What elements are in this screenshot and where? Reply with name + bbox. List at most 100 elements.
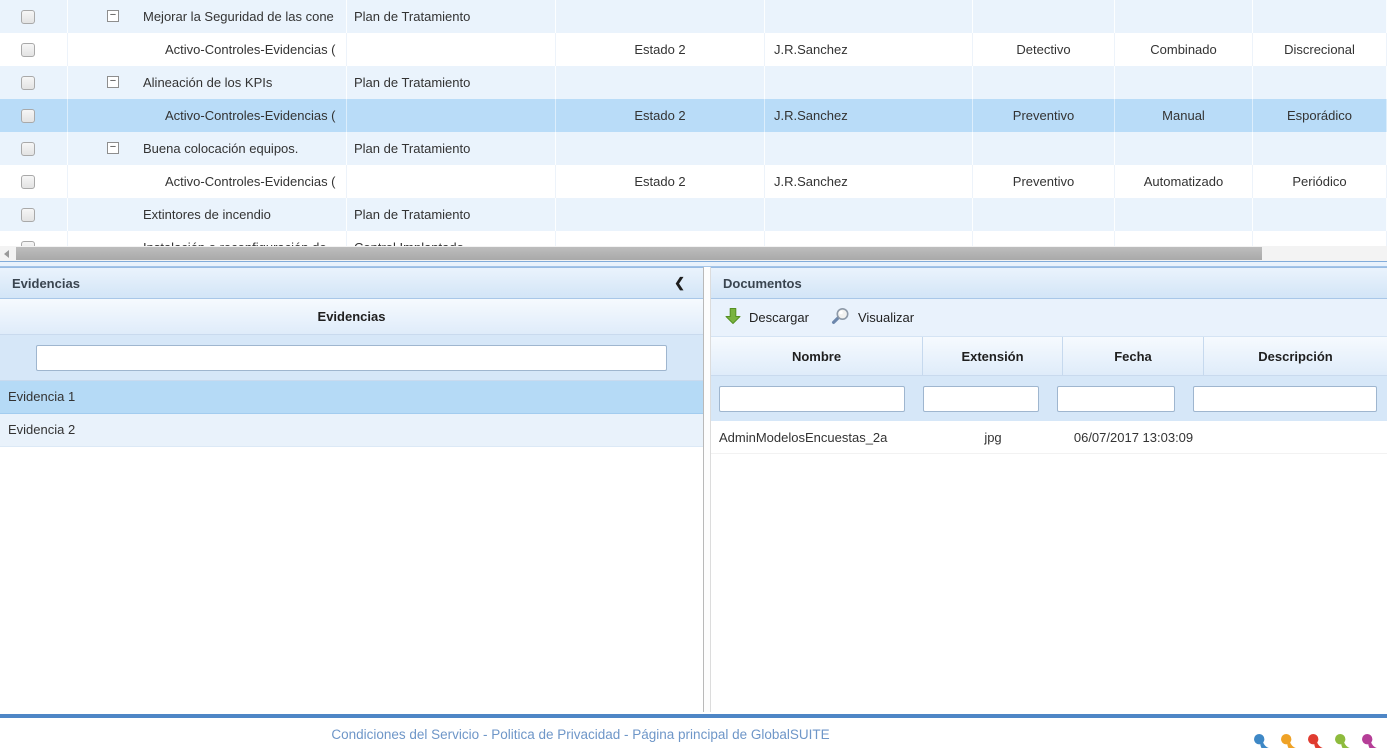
table-row[interactable]: − Mejorar la Seguridad de las cone Plan … [0,0,1387,33]
cell-estado: Estado 2 [556,165,765,198]
table-row[interactable]: Activo-Controles-Evidencias ( Estado 2 J… [0,33,1387,66]
cell-modo: Combinado [1115,33,1253,66]
checkbox-cell [0,231,68,246]
document-row[interactable]: AdminModelosEncuestas_2a jpg 06/07/2017 … [711,421,1387,454]
collapse-panel-icon[interactable]: ❮ [674,275,685,291]
row-checkbox[interactable] [21,43,35,57]
row-checkbox[interactable] [21,208,35,222]
table-row[interactable]: − Buena colocación equipos. Plan de Trat… [0,132,1387,165]
cell-responsable: J.R.Sanchez [765,99,973,132]
document-fecha: 06/07/2017 13:03:09 [1063,421,1204,453]
filter-fecha-input[interactable] [1057,386,1175,412]
cell-estado [556,231,765,246]
scrollbar-thumb[interactable] [16,247,1262,260]
cell-estado [556,66,765,99]
bottom-panels: Evidencias ❮ Evidencias Evidencia 1 Evid… [0,267,1387,712]
row-checkbox[interactable] [21,109,35,123]
filter-nombre-input[interactable] [719,386,905,412]
cell-plan: Plan de Tratamiento [347,198,556,231]
magnifier-icon [831,307,850,328]
filter-extension-input[interactable] [923,386,1040,412]
swoosh-orange-icon[interactable] [1279,733,1303,748]
descargar-button[interactable]: Descargar [719,304,815,331]
cell-modo: Manual [1115,99,1253,132]
cell-frecuencia: Periódico [1253,165,1387,198]
row-name: Activo-Controles-Evidencias ( [165,174,336,189]
evidencias-panel: Evidencias ❮ Evidencias Evidencia 1 Evid… [0,267,703,712]
column-header-fecha[interactable]: Fecha [1063,337,1204,375]
swoosh-red-icon[interactable] [1306,733,1330,748]
row-name: Activo-Controles-Evidencias ( [165,108,336,123]
link-pagina-principal[interactable]: Página principal de GlobalSUITE [632,727,829,742]
list-item-selected[interactable]: Evidencia 1 [0,381,703,414]
collapse-row-icon[interactable]: − [107,10,119,22]
checkbox-cell [0,0,68,33]
cell-tipo [973,132,1115,165]
list-item[interactable]: Evidencia 2 [0,414,703,447]
documentos-toolbar: Descargar Visualizar [711,299,1387,337]
document-descripcion [1204,421,1387,453]
table-row[interactable]: Activo-Controles-Evidencias ( Estado 2 J… [0,165,1387,198]
tree-cell: Activo-Controles-Evidencias ( [68,165,347,198]
collapse-row-icon[interactable]: − [107,76,119,88]
tree-cell: − Mejorar la Seguridad de las cone [68,0,347,33]
download-arrow-icon [725,307,741,328]
cell-modo [1115,198,1253,231]
table-row[interactable]: − Alineación de los KPIs Plan de Tratami… [0,66,1387,99]
footer-logo-icons [1252,733,1384,748]
cell-estado [556,132,765,165]
row-checkbox[interactable] [21,175,35,189]
documentos-filter-row [711,376,1387,421]
documentos-title: Documentos [723,276,802,291]
page-footer: Condiciones del Servicio - Politica de P… [0,714,1387,748]
table-row[interactable]: Extintores de incendio Plan de Tratamien… [0,198,1387,231]
row-name: Buena colocación equipos. [143,141,298,156]
cell-frecuencia: Esporádico [1253,99,1387,132]
link-condiciones[interactable]: Condiciones del Servicio [331,727,479,742]
row-checkbox[interactable] [21,10,35,24]
cell-plan [347,99,556,132]
collapse-row-icon[interactable]: − [107,142,119,154]
cell-tipo: Detectivo [973,33,1115,66]
column-header-nombre[interactable]: Nombre [711,337,923,375]
table-row[interactable]: Instalación o reconfiguración de Control… [0,231,1387,246]
column-header-descripcion[interactable]: Descripción [1204,337,1387,375]
cell-tipo [973,66,1115,99]
link-separator: - [620,727,632,742]
cell-frecuencia: Discrecional [1253,33,1387,66]
panels-vertical-divider[interactable] [703,267,711,712]
table-row-selected[interactable]: Activo-Controles-Evidencias ( Estado 2 J… [0,99,1387,132]
cell-plan: Plan de Tratamiento [347,66,556,99]
cell-estado: Estado 2 [556,33,765,66]
cell-estado [556,198,765,231]
app-screen: − Mejorar la Seguridad de las cone Plan … [0,0,1387,748]
cell-modo [1115,0,1253,33]
scroll-left-arrow-icon[interactable] [4,250,9,258]
swoosh-magenta-icon[interactable] [1360,733,1384,748]
horizontal-scrollbar[interactable] [0,246,1387,261]
footer-accent-bar [0,714,1387,718]
row-name: Alineación de los KPIs [143,75,272,90]
row-checkbox[interactable] [21,142,35,156]
checkbox-cell [0,132,68,165]
visualizar-button[interactable]: Visualizar [825,304,920,331]
filter-descripcion-input[interactable] [1193,386,1377,412]
cell-frecuencia [1253,231,1387,246]
row-checkbox[interactable] [21,76,35,90]
cell-responsable: J.R.Sanchez [765,33,973,66]
row-name: Extintores de incendio [143,207,271,222]
cell-plan [347,165,556,198]
cell-responsable [765,0,973,33]
footer-links: Condiciones del Servicio - Politica de P… [0,727,1161,742]
cell-modo [1115,132,1253,165]
tree-cell: Extintores de incendio [68,198,347,231]
evidencias-filter-input[interactable] [36,345,667,371]
link-privacidad[interactable]: Politica de Privacidad [491,727,620,742]
cell-plan: Control Implantado [347,231,556,246]
swoosh-green-icon[interactable] [1333,733,1357,748]
documentos-panel: Documentos Descargar [711,267,1387,712]
column-header-extension[interactable]: Extensión [923,337,1063,375]
swoosh-blue-icon[interactable] [1252,733,1276,748]
tree-cell: Instalación o reconfiguración de [68,231,347,246]
cell-estado [556,0,765,33]
